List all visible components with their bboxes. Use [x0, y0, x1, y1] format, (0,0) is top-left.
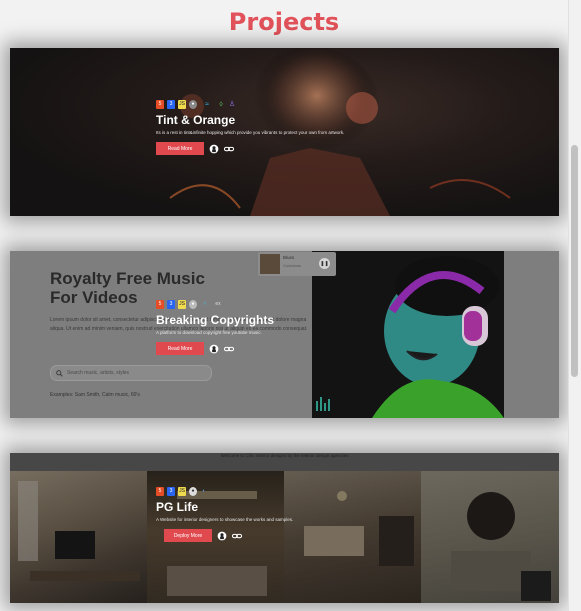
- project-card-pg-life: Welcome to Chic interior designs by the …: [10, 453, 559, 603]
- css-icon: 3: [167, 486, 175, 496]
- project-title: Tint & Orange: [156, 113, 236, 127]
- player-thumbnail: [260, 254, 280, 274]
- javascript-icon: JS: [178, 299, 186, 309]
- express-icon: ex: [215, 301, 221, 307]
- figma-icon: ♙: [228, 101, 236, 108]
- read-more-button[interactable]: Read More: [156, 342, 204, 355]
- link-icon[interactable]: [232, 531, 242, 541]
- tech-stack-row: 5 3 JS ● ≈ ⬨ ♙: [156, 99, 356, 109]
- project-title: Breaking Copyrights: [156, 313, 275, 327]
- project-description: Its is a rest in tint&infinite hopping w…: [156, 130, 345, 135]
- node-icon: ⬨: [219, 99, 223, 108]
- deploy-more-button[interactable]: Deploy More: [164, 529, 212, 542]
- page: Projects 5 3 JS ● ≈ ⬨ ♙ Tint & Orange It…: [0, 0, 568, 611]
- javascript-icon: JS: [178, 99, 186, 109]
- mysql-icon: ◐: [202, 488, 206, 494]
- tech-stack-row: 5 3 JS ● ≈ ex: [156, 299, 356, 309]
- project-card-breaking-copyrights: Royalty Free Music For Videos Lorem ipsu…: [10, 251, 559, 418]
- music-player-widget[interactable]: Blues Cosmicaa ❚❚: [258, 252, 336, 276]
- player-artist: Cosmicaa: [283, 263, 301, 268]
- javascript-icon: JS: [178, 486, 186, 496]
- link-icon[interactable]: [224, 144, 234, 154]
- read-more-button[interactable]: Read More: [156, 142, 204, 155]
- tech-stack-row: 5 3 JS ● ◐: [156, 486, 356, 496]
- music-search-input[interactable]: Search music, artists, styles: [50, 365, 212, 381]
- section-title: Projects: [228, 8, 340, 36]
- github-icon[interactable]: [209, 344, 219, 354]
- react-icon: ●: [189, 99, 197, 109]
- css-icon: 3: [167, 299, 175, 309]
- php-icon: ●: [189, 486, 197, 496]
- project-description: A platform to download copyright free yo…: [156, 330, 262, 335]
- search-placeholder: Search music, artists, styles: [67, 370, 129, 376]
- github-icon[interactable]: [209, 144, 219, 154]
- project-card-tint-orange: 5 3 JS ● ≈ ⬨ ♙ Tint & Orange Its is a re…: [10, 48, 559, 216]
- html-icon: 5: [156, 299, 164, 309]
- player-track-title: Blues: [283, 255, 295, 260]
- html-icon: 5: [156, 486, 164, 496]
- tailwind-icon: ≈: [203, 301, 207, 307]
- project-description: A Website for interior designers to show…: [156, 517, 294, 522]
- react-icon: ●: [189, 299, 197, 309]
- html-icon: 5: [156, 99, 164, 109]
- pause-icon[interactable]: ❚❚: [319, 258, 330, 269]
- project-title: PG Life: [156, 500, 199, 514]
- search-icon: [56, 369, 63, 377]
- css-icon: 3: [167, 99, 175, 109]
- tailwind-icon: ≈: [205, 100, 209, 108]
- github-icon[interactable]: [217, 531, 227, 541]
- search-examples: Examples: Sam Smith, Calm music, 60's: [50, 392, 140, 398]
- scrollbar-thumb[interactable]: [571, 145, 578, 377]
- link-icon[interactable]: [224, 344, 234, 354]
